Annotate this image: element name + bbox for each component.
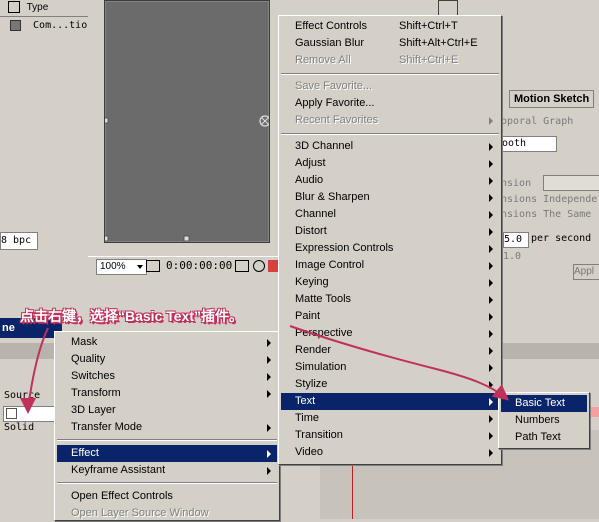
annotation-arrow-to-layer <box>20 327 49 414</box>
annotation-text: 点击右键，选择“Basic Text”插件。 <box>20 308 243 324</box>
annotation-arrows <box>20 325 510 414</box>
annotation-arrow-to-basic-text <box>289 325 510 401</box>
